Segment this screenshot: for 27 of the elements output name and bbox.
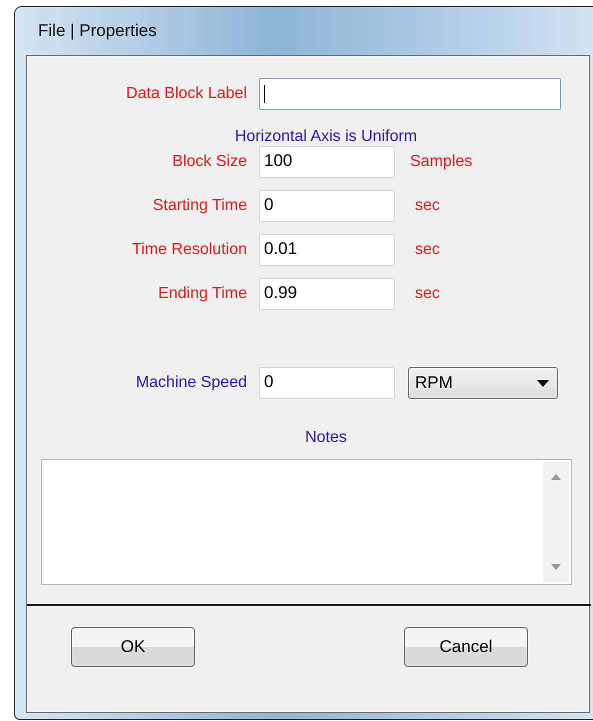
notes-field[interactable]: [41, 459, 572, 585]
input-field[interactable]: [259, 78, 561, 110]
notes-label: Notes: [305, 429, 347, 446]
scroll-down-icon[interactable]: [551, 564, 561, 570]
input-field[interactable]: 100: [259, 146, 395, 178]
dropdown-arrow-icon: [537, 380, 549, 386]
input-field[interactable]: 0.01: [259, 234, 395, 266]
window-title: File | Properties: [38, 21, 157, 41]
field-label: Data Block Label: [125, 85, 247, 103]
field-label: Time Resolution: [130, 241, 247, 259]
dialog-button[interactable]: Cancel: [404, 627, 528, 667]
unit-dropdown[interactable]: RPM: [408, 367, 558, 399]
unit-label: sec: [415, 285, 440, 303]
scroll-up-icon[interactable]: [551, 474, 561, 480]
field-label: Ending Time: [157, 285, 247, 303]
scrollbar[interactable]: [543, 462, 569, 582]
dialog-button[interactable]: OK: [71, 627, 195, 667]
unit-label: sec: [415, 197, 440, 215]
unit-label: Samples: [410, 153, 472, 171]
field-label: Starting Time: [152, 197, 247, 215]
axis-note: Horizontal Axis is Uniform: [234, 128, 418, 145]
input-field[interactable]: 0: [259, 190, 395, 222]
input-field[interactable]: 0.99: [259, 278, 395, 310]
unit-label: sec: [415, 241, 440, 259]
field-label: Block Size: [171, 153, 247, 171]
input-field[interactable]: 0: [259, 367, 395, 399]
field-label: Machine Speed: [134, 374, 247, 392]
